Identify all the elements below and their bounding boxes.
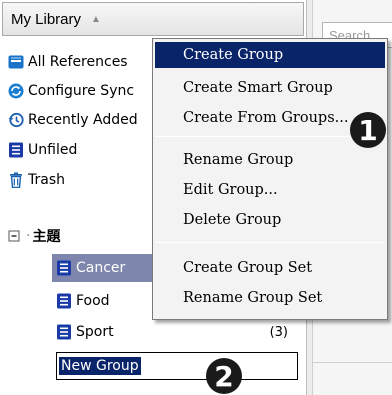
menu-item-create-group-set[interactable]: Create Group Set [155, 255, 385, 281]
new-group-name-text: New Group [59, 357, 141, 375]
group-item-label: Sport [76, 324, 114, 340]
sync-icon [8, 83, 24, 99]
library-header[interactable]: My Library ▲ [2, 2, 304, 36]
sidebar-item-label: Configure Sync [28, 83, 135, 99]
group-item-sport[interactable]: Sport (3) [56, 318, 300, 346]
menu-separator [155, 242, 385, 243]
group-set-label: 主題 [32, 229, 61, 245]
callout-number: 2 [214, 359, 234, 393]
menu-item-create-group[interactable]: Create Group [155, 42, 385, 68]
menu-item-label: Edit Group... [183, 182, 278, 198]
step-callout-2: 2 [206, 358, 242, 394]
menu-item-label: Create Smart Group [183, 80, 333, 96]
menu-item-create-smart-group[interactable]: Create Smart Group [155, 75, 385, 101]
group-context-menu: Create Group Create Smart Group Create F… [152, 38, 388, 320]
menu-item-delete-group[interactable]: Delete Group [155, 207, 385, 233]
group-list-icon [56, 293, 72, 309]
menu-item-label: Create From Groups... [183, 110, 349, 126]
group-list-icon [56, 260, 72, 276]
library-icon [8, 54, 24, 70]
sidebar-item-label: Recently Added [28, 112, 138, 128]
list-icon [8, 142, 24, 158]
collapse-toggle-icon[interactable] [6, 228, 22, 244]
sidebar-item-label: Trash [28, 172, 65, 188]
group-item-label: Cancer [76, 260, 126, 276]
group-item-label: Food [76, 293, 110, 309]
sidebar-item-label: Unfiled [28, 142, 78, 158]
menu-item-label: Create Group Set [183, 260, 313, 276]
menu-item-label: Delete Group [183, 212, 282, 228]
library-header-title: My Library [11, 10, 82, 28]
sort-ascending-icon[interactable]: ▲ [91, 14, 101, 25]
step-callout-1: 1 [350, 112, 386, 148]
tree-connector: · [26, 228, 31, 244]
history-icon [8, 112, 24, 128]
menu-item-edit-group[interactable]: Edit Group... [155, 177, 385, 203]
menu-item-label: Create Group [183, 47, 284, 63]
group-item-count: (3) [269, 324, 288, 340]
divider [313, 362, 392, 363]
menu-item-label: Rename Group [183, 152, 294, 168]
trash-icon [8, 172, 24, 188]
sidebar-item-label: All References [28, 54, 128, 70]
menu-item-rename-group-set[interactable]: Rename Group Set [155, 285, 385, 311]
callout-number: 1 [358, 113, 378, 147]
menu-item-label: Rename Group Set [183, 290, 323, 306]
group-list-icon [56, 324, 72, 340]
new-group-name-input[interactable]: New Group [56, 352, 298, 380]
menu-item-rename-group[interactable]: Rename Group [155, 147, 385, 173]
